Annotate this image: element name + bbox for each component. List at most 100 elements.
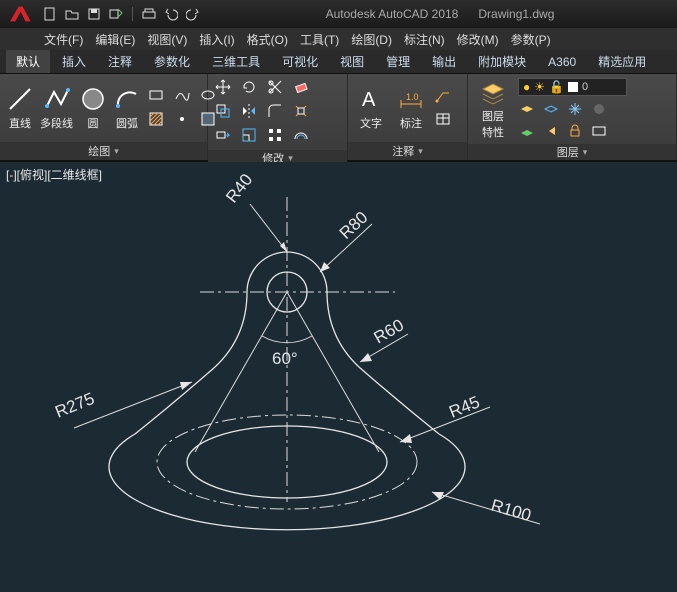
layer-lock-icon[interactable] bbox=[566, 122, 584, 140]
panel-annotate-title: 注释 bbox=[392, 143, 414, 159]
app-logo[interactable] bbox=[4, 3, 36, 25]
tab-output[interactable]: 输出 bbox=[422, 50, 466, 73]
layer-freeze-icon[interactable] bbox=[566, 100, 584, 118]
color-swatch bbox=[568, 82, 578, 92]
stretch-icon[interactable] bbox=[214, 126, 232, 144]
file-title: Drawing1.dwg bbox=[478, 7, 554, 21]
menu-format[interactable]: 格式(O) bbox=[247, 31, 288, 48]
menu-parametric[interactable]: 参数(P) bbox=[511, 31, 551, 48]
lock-icon: 🔓 bbox=[549, 80, 564, 94]
copy-icon[interactable] bbox=[214, 102, 232, 120]
new-icon[interactable] bbox=[42, 6, 58, 22]
dim-r100: R100 bbox=[489, 496, 533, 525]
dimension-label: 标注 bbox=[400, 115, 422, 131]
polyline-label: 多段线 bbox=[40, 115, 73, 131]
layer-selector[interactable]: ● ☀ 🔓 bbox=[518, 78, 627, 96]
layer-match-icon[interactable] bbox=[518, 100, 536, 118]
open-icon[interactable] bbox=[64, 6, 80, 22]
panel-modify: 修改 bbox=[208, 74, 348, 160]
table-icon[interactable] bbox=[434, 110, 452, 128]
tab-parametric[interactable]: 参数化 bbox=[144, 50, 200, 73]
explode-icon[interactable] bbox=[292, 102, 310, 120]
line-button[interactable]: 直线 bbox=[6, 85, 34, 131]
tab-a360[interactable]: A360 bbox=[538, 52, 586, 72]
ribbon: 直线 多段线 圆 圆弧 绘图 bbox=[0, 74, 677, 162]
line-icon bbox=[6, 85, 34, 113]
tab-visualize[interactable]: 可视化 bbox=[272, 50, 328, 73]
menu-bar: 文件(F) 编辑(E) 视图(V) 插入(I) 格式(O) 工具(T) 绘图(D… bbox=[0, 28, 677, 50]
redo-icon[interactable] bbox=[185, 6, 201, 22]
save-icon[interactable] bbox=[86, 6, 102, 22]
polyline-icon bbox=[43, 85, 71, 113]
dim-r40: R40 bbox=[222, 170, 256, 206]
arc-button[interactable]: 圆弧 bbox=[113, 85, 141, 131]
text-button[interactable]: A 文字 bbox=[354, 85, 388, 131]
menu-draw[interactable]: 绘图(D) bbox=[351, 31, 392, 48]
polyline-button[interactable]: 多段线 bbox=[40, 85, 73, 131]
arc-icon bbox=[113, 85, 141, 113]
drawing-canvas: R40 R80 R60 R45 R100 R275 60° bbox=[0, 162, 677, 592]
svg-text:A: A bbox=[362, 89, 376, 111]
menu-file[interactable]: 文件(F) bbox=[44, 31, 83, 48]
tab-addins[interactable]: 附加模块 bbox=[468, 50, 536, 73]
point-icon[interactable] bbox=[173, 110, 191, 128]
panel-annotate: A 文字 1.0 标注 注释 bbox=[348, 74, 468, 160]
tab-manage[interactable]: 管理 bbox=[376, 50, 420, 73]
dimension-button[interactable]: 1.0 标注 bbox=[394, 85, 428, 131]
tab-featured[interactable]: 精选应用 bbox=[588, 50, 656, 73]
move-icon[interactable] bbox=[214, 78, 232, 96]
layer-iso-icon[interactable] bbox=[542, 100, 560, 118]
circle-icon bbox=[79, 85, 107, 113]
svg-text:1.0: 1.0 bbox=[406, 92, 419, 102]
panel-draw-title: 绘图 bbox=[88, 143, 110, 159]
saveas-icon[interactable] bbox=[108, 6, 124, 22]
circle-label: 圆 bbox=[88, 115, 99, 131]
layer-off-icon[interactable] bbox=[590, 100, 608, 118]
layer-state-icon[interactable] bbox=[590, 122, 608, 140]
text-icon: A bbox=[357, 85, 385, 113]
rectangle-icon[interactable] bbox=[147, 86, 165, 104]
plot-icon[interactable] bbox=[141, 6, 157, 22]
layer-make-current-icon[interactable] bbox=[518, 122, 536, 140]
hatch-icon[interactable] bbox=[147, 110, 165, 128]
app-title: Autodesk AutoCAD 2018 bbox=[326, 7, 459, 21]
rotate-icon[interactable] bbox=[240, 78, 258, 96]
layer-name-input[interactable] bbox=[582, 81, 622, 93]
panel-layer-title: 图层 bbox=[557, 144, 579, 160]
tab-view[interactable]: 视图 bbox=[330, 50, 374, 73]
sun-icon: ☀ bbox=[534, 80, 545, 94]
menu-dimension[interactable]: 标注(N) bbox=[404, 31, 445, 48]
menu-edit[interactable]: 编辑(E) bbox=[95, 31, 135, 48]
title-bar: Autodesk AutoCAD 2018 Drawing1.dwg bbox=[0, 0, 677, 28]
erase-icon[interactable] bbox=[292, 78, 310, 96]
dim-r60: R60 bbox=[371, 315, 408, 347]
drawing-area[interactable]: [-][俯视][二维线框] bbox=[0, 162, 677, 592]
dim-angle60: 60° bbox=[272, 349, 298, 368]
menu-view[interactable]: 视图(V) bbox=[147, 31, 187, 48]
circle-button[interactable]: 圆 bbox=[79, 85, 107, 131]
leader-icon[interactable] bbox=[434, 88, 452, 106]
undo-icon[interactable] bbox=[163, 6, 179, 22]
panel-draw: 直线 多段线 圆 圆弧 绘图 bbox=[0, 74, 208, 160]
array-icon[interactable] bbox=[266, 126, 284, 144]
menu-modify[interactable]: 修改(M) bbox=[457, 31, 499, 48]
menu-insert[interactable]: 插入(I) bbox=[199, 31, 234, 48]
scale-icon[interactable] bbox=[240, 126, 258, 144]
menu-tools[interactable]: 工具(T) bbox=[300, 31, 339, 48]
tab-insert[interactable]: 插入 bbox=[52, 50, 96, 73]
dim-r275: R275 bbox=[52, 389, 97, 422]
tab-3dtools[interactable]: 三维工具 bbox=[202, 50, 270, 73]
text-label: 文字 bbox=[360, 115, 382, 131]
trim-icon[interactable] bbox=[266, 78, 284, 96]
mirror-icon[interactable] bbox=[240, 102, 258, 120]
dimension-icon: 1.0 bbox=[397, 85, 425, 113]
layer-previous-icon[interactable] bbox=[542, 122, 560, 140]
tab-default[interactable]: 默认 bbox=[6, 50, 50, 73]
offset-icon[interactable] bbox=[292, 126, 310, 144]
layer-properties-button[interactable]: 图层 特性 bbox=[474, 78, 512, 140]
panel-layer: 图层 特性 ● ☀ 🔓 bbox=[468, 74, 677, 160]
spline-icon[interactable] bbox=[173, 86, 191, 104]
tab-annotate[interactable]: 注释 bbox=[98, 50, 142, 73]
arc-label: 圆弧 bbox=[116, 115, 138, 131]
fillet-icon[interactable] bbox=[266, 102, 284, 120]
